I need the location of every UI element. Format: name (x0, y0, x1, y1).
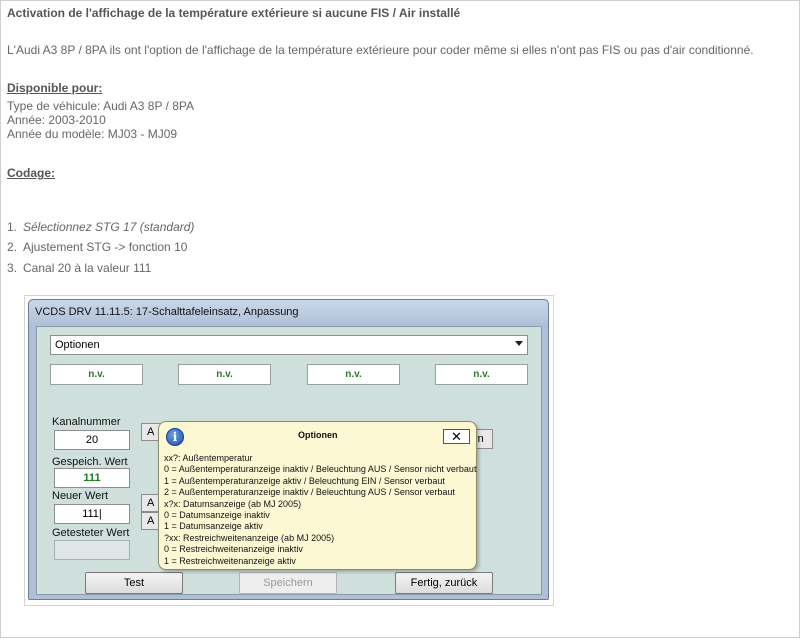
popup-line: 1 = Datumsanzeige aktiv (164, 521, 263, 532)
popup-line: 1 = Außentemperaturanzeige aktiv / Beleu… (164, 475, 445, 486)
popup-line: xx?: Außentemperatur (164, 453, 253, 463)
step-3: 3. Canal 20 à la valeur 111 (7, 261, 151, 275)
nv-box-1: n.v. (50, 364, 143, 385)
speichern-button[interactable]: Speichern (239, 572, 337, 594)
info-icon: i (166, 428, 184, 446)
step-number: 2. (7, 240, 18, 254)
popup-line: ?xx: Restreichweitenanzeige (ab MJ 2005) (164, 532, 335, 543)
popup-line: 0 = Restreichweitenanzeige inaktiv (164, 544, 303, 555)
step-text: Ajustement STG -> fonction 10 (23, 240, 188, 254)
step-1: 1. Sélectionnez STG 17 (standard) (7, 220, 194, 234)
kanal-input[interactable]: 20 (54, 430, 130, 450)
popup-line: x?x: Datumsanzeige (ab MJ 2005) (164, 498, 302, 509)
popup-text: xx?: Außentemperatur 0 = Außentemperatur… (164, 453, 476, 567)
window-titlebar[interactable]: VCDS DRV 11.11.5: 17-Schalttafeleinsatz,… (29, 300, 548, 326)
coding-heading: Codage: (7, 166, 55, 180)
gespeich-value: 111 (54, 468, 130, 488)
step-number: 3. (7, 261, 18, 275)
kanal-label: Kanalnummer (52, 416, 121, 428)
article-title: Activation de l'affichage de la températ… (7, 6, 461, 20)
model-year: Année du modèle: MJ03 - MJ09 (7, 127, 178, 141)
nv-box-3: n.v. (307, 364, 400, 385)
neuer-wert-input[interactable]: 111| (54, 504, 130, 524)
nv-box-2: n.v. (178, 364, 271, 385)
getestet-label: Getesteter Wert (52, 527, 130, 539)
options-dropdown[interactable]: Optionen (50, 335, 528, 355)
popup-line: 0 = Außentemperaturanzeige inaktiv / Bel… (164, 464, 477, 475)
chevron-down-icon[interactable] (515, 341, 523, 346)
popup-line: 2 = Außentemperaturanzeige inaktiv / Bel… (164, 487, 455, 498)
test-button[interactable]: Test (85, 572, 183, 594)
vehicle-type: Type de véhicule: Audi A3 8P / 8PA (7, 99, 195, 113)
step-text: Sélectionnez STG 17 (standard) (23, 220, 195, 234)
dropdown-value: Optionen (55, 339, 100, 351)
year-range: Année: 2003-2010 (7, 113, 106, 127)
step-number: 1. (7, 220, 18, 234)
available-heading: Disponible pour: (7, 81, 103, 95)
nv-box-4: n.v. (435, 364, 528, 385)
popup-line: 0 = Datumsanzeige inaktiv (164, 510, 270, 521)
article-intro: L'Audi A3 8P / 8PA ils ont l'option de l… (7, 43, 754, 57)
options-popup: i Optionen ✕ xx?: Außentemperatur 0 = Au… (158, 421, 477, 570)
close-icon[interactable]: ✕ (443, 429, 470, 444)
gespeich-label: Gespeich. Wert (52, 456, 128, 468)
neuer-wert-label: Neuer Wert (52, 490, 109, 502)
popup-line: 1 = Restreichweitenanzeige aktiv (164, 555, 296, 566)
step-2: 2. Ajustement STG -> fonction 10 (7, 240, 187, 254)
popup-title: Optionen (298, 430, 338, 440)
fertig-zurueck-button[interactable]: Fertig, zurück (395, 572, 493, 594)
step-text: Canal 20 à la valeur 111 (23, 261, 152, 275)
getestet-value (54, 540, 130, 560)
